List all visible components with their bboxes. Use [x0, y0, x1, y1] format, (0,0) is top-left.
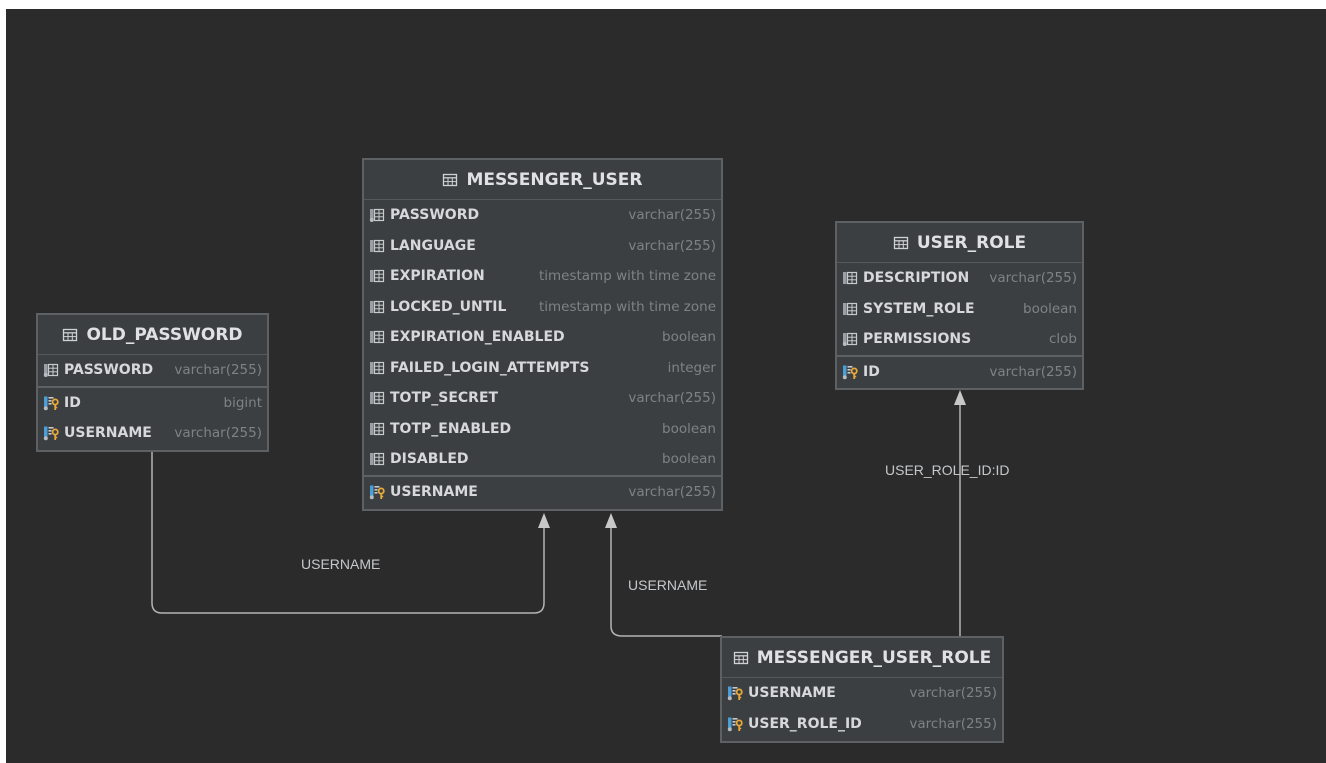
column-type: varchar(255) — [989, 363, 1077, 380]
column-type: bigint — [223, 394, 263, 411]
column-row-permissions[interactable]: PERMISSIONS clob — [837, 324, 1082, 355]
column-name: USERNAME — [748, 685, 836, 702]
table-title: MESSENGER_USER_ROLE — [756, 647, 992, 668]
column-name: PASSWORD — [390, 207, 480, 224]
column-icon — [369, 238, 385, 254]
table-title: USER_ROLE — [916, 232, 1027, 253]
table-header[interactable]: USER_ROLE — [837, 223, 1082, 263]
column-row-locked-until[interactable]: LOCKED_UNTIL timestamp with time zone — [364, 292, 721, 323]
table-icon — [733, 650, 749, 666]
table-title: MESSENGER_USER — [466, 169, 643, 190]
table-messenger-user-role[interactable]: MESSENGER_USER_ROLE USERNAME varchar(255) U… — [720, 636, 1004, 743]
column-name: LANGUAGE — [390, 237, 476, 254]
column-row-expiration[interactable]: EXPIRATION timestamp with time zone — [364, 261, 721, 292]
column-row-password[interactable]: PASSWORD varchar(255) — [364, 200, 721, 231]
table-title: OLD_PASSWORD — [86, 324, 243, 345]
column-row-password[interactable]: PASSWORD varchar(255) — [38, 355, 267, 386]
column-type: varchar(255) — [628, 207, 716, 224]
table-old-password[interactable]: OLD_PASSWORD PASSWORD varchar(255) ID bigint… — [36, 313, 269, 452]
column-row-username[interactable]: USERNAME varchar(255) — [364, 474, 721, 508]
column-name: USERNAME — [64, 425, 152, 442]
column-type: boolean — [662, 329, 716, 346]
column-fk-icon — [842, 331, 858, 347]
column-icon — [369, 268, 385, 284]
column-type: varchar(255) — [628, 483, 716, 500]
column-name: EXPIRATION — [390, 268, 485, 285]
column-row-totp-enabled[interactable]: TOTP_ENABLED boolean — [364, 414, 721, 445]
column-type: varchar(255) — [628, 237, 716, 254]
column-type: clob — [1048, 331, 1077, 348]
column-icon — [369, 360, 385, 376]
column-row-description[interactable]: DESCRIPTION varchar(255) — [837, 263, 1082, 294]
column-name: SYSTEM_ROLE — [863, 300, 975, 317]
column-type: varchar(255) — [909, 685, 997, 702]
column-type: varchar(255) — [909, 715, 997, 732]
table-icon — [442, 172, 458, 188]
column-row-failed-login-attempts[interactable]: FAILED_LOGIN_ATTEMPTS integer — [364, 353, 721, 384]
column-type: timestamp with time zone — [538, 298, 716, 315]
column-name: PERMISSIONS — [863, 331, 972, 348]
column-icon — [842, 270, 858, 286]
column-fk-icon — [43, 362, 59, 378]
column-fk-icon — [369, 207, 385, 223]
primary-key-icon — [727, 685, 743, 701]
column-name: DISABLED — [390, 451, 469, 468]
column-name: ID — [64, 394, 81, 411]
primary-key-icon — [43, 395, 59, 411]
table-icon — [893, 235, 909, 251]
primary-key-icon — [43, 425, 59, 441]
relation-label-user-role-link-user: USERNAME — [628, 577, 708, 593]
column-row-username[interactable]: USERNAME varchar(255) — [722, 678, 1002, 709]
column-icon — [369, 421, 385, 437]
column-name: LOCKED_UNTIL — [390, 298, 507, 315]
column-row-language[interactable]: LANGUAGE varchar(255) — [364, 231, 721, 262]
table-header[interactable]: MESSENGER_USER_ROLE — [722, 638, 1002, 678]
column-name: USERNAME — [390, 483, 478, 500]
column-name: ID — [863, 363, 880, 380]
primary-key-icon — [727, 716, 743, 732]
column-row-username[interactable]: USERNAME varchar(255) — [38, 418, 267, 449]
column-type: varchar(255) — [174, 362, 262, 379]
column-name: TOTP_SECRET — [390, 390, 499, 407]
relation-label-old-password: USERNAME — [301, 556, 381, 572]
column-row-totp-secret[interactable]: TOTP_SECRET varchar(255) — [364, 383, 721, 414]
column-type: timestamp with time zone — [538, 268, 716, 285]
column-type: boolean — [1023, 300, 1077, 317]
column-row-system-role[interactable]: SYSTEM_ROLE boolean — [837, 294, 1082, 325]
column-icon — [842, 301, 858, 317]
column-type: integer — [667, 359, 716, 376]
column-type: boolean — [662, 451, 716, 468]
table-messenger-user[interactable]: MESSENGER_USER PASSWORD varchar(255) LANGUA… — [362, 158, 723, 511]
column-icon — [369, 390, 385, 406]
table-user-role[interactable]: USER_ROLE DESCRIPTION varchar(255) SYSTEM_R… — [835, 221, 1084, 390]
column-type: boolean — [662, 420, 716, 437]
column-row-user-role-id[interactable]: USER_ROLE_ID varchar(255) — [722, 709, 1002, 740]
column-type: varchar(255) — [989, 270, 1077, 287]
column-name: USER_ROLE_ID — [748, 715, 862, 732]
column-row-expiration-enabled[interactable]: EXPIRATION_ENABLED boolean — [364, 322, 721, 353]
primary-key-icon — [842, 364, 858, 380]
column-icon — [369, 329, 385, 345]
column-name: DESCRIPTION — [863, 270, 970, 287]
column-name: PASSWORD — [64, 362, 154, 379]
column-row-id[interactable]: ID varchar(255) — [837, 354, 1082, 388]
column-type: varchar(255) — [174, 425, 262, 442]
column-icon — [369, 299, 385, 315]
column-name: FAILED_LOGIN_ATTEMPTS — [390, 359, 590, 376]
column-type: varchar(255) — [628, 390, 716, 407]
relation-label-user-role-link-role: USER_ROLE_ID:ID — [885, 462, 1010, 478]
column-name: EXPIRATION_ENABLED — [390, 329, 565, 346]
table-header[interactable]: MESSENGER_USER — [364, 160, 721, 200]
column-row-id[interactable]: ID bigint — [38, 385, 267, 419]
primary-key-icon — [369, 484, 385, 500]
table-header[interactable]: OLD_PASSWORD — [38, 315, 267, 355]
column-icon — [369, 451, 385, 467]
table-icon — [62, 327, 78, 343]
column-row-disabled[interactable]: DISABLED boolean — [364, 444, 721, 475]
column-name: TOTP_ENABLED — [390, 420, 512, 437]
